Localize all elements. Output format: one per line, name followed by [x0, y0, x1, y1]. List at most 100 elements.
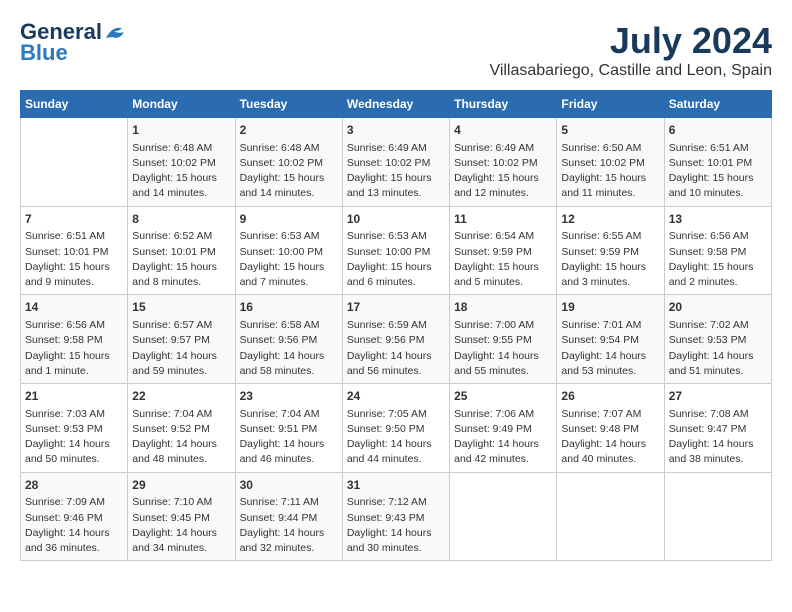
- day-number: 23: [240, 388, 338, 405]
- calendar-cell: 6 Sunrise: 6:51 AM Sunset: 10:01 PM Dayli…: [664, 118, 771, 207]
- day-info: Sunrise: 7:07 AM Sunset: 9:48 PM Dayligh…: [561, 407, 659, 468]
- weekday-header: Sunday: [21, 91, 128, 118]
- day-number: 9: [240, 211, 338, 228]
- calendar-cell: 31Sunrise: 7:12 AM Sunset: 9:43 PM Dayli…: [342, 472, 449, 561]
- calendar-week-row: 28Sunrise: 7:09 AM Sunset: 9:46 PM Dayli…: [21, 472, 772, 561]
- day-number: 27: [669, 388, 767, 405]
- location-title: Villasabariego, Castille and Leon, Spain: [489, 62, 772, 80]
- day-number: 26: [561, 388, 659, 405]
- calendar-cell: [21, 118, 128, 207]
- day-info: Sunrise: 6:50 AM Sunset: 10:02 PM Daylig…: [561, 141, 659, 202]
- calendar-cell: 7Sunrise: 6:51 AM Sunset: 10:01 PM Dayli…: [21, 206, 128, 295]
- calendar-cell: 23 Sunrise: 7:04 AM Sunset: 9:51 PM Dayli…: [235, 384, 342, 473]
- calendar-cell: 16Sunrise: 6:58 AM Sunset: 9:56 PM Dayli…: [235, 295, 342, 384]
- calendar-cell: 29Sunrise: 7:10 AM Sunset: 9:45 PM Dayli…: [128, 472, 235, 561]
- day-info: Sunrise: 7:09 AM Sunset: 9:46 PM Dayligh…: [25, 495, 123, 556]
- calendar-week-row: 14Sunrise: 6:56 AM Sunset: 9:58 PM Dayli…: [21, 295, 772, 384]
- calendar-cell: 9Sunrise: 6:53 AM Sunset: 10:00 PM Dayli…: [235, 206, 342, 295]
- calendar-cell: 30Sunrise: 7:11 AM Sunset: 9:44 PM Dayli…: [235, 472, 342, 561]
- day-info: Sunrise: 6:56 AM Sunset: 9:58 PM Dayligh…: [669, 229, 767, 290]
- calendar-week-row: 7Sunrise: 6:51 AM Sunset: 10:01 PM Dayli…: [21, 206, 772, 295]
- day-info: Sunrise: 7:12 AM Sunset: 9:43 PM Dayligh…: [347, 495, 445, 556]
- calendar-table: SundayMondayTuesdayWednesdayThursdayFrid…: [20, 90, 772, 561]
- calendar-cell: 2 Sunrise: 6:48 AM Sunset: 10:02 PM Dayli…: [235, 118, 342, 207]
- month-title: July 2024: [489, 20, 772, 62]
- calendar-cell: 3 Sunrise: 6:49 AM Sunset: 10:02 PM Dayli…: [342, 118, 449, 207]
- calendar-cell: 21 Sunrise: 7:03 AM Sunset: 9:53 PM Dayli…: [21, 384, 128, 473]
- calendar-cell: 19Sunrise: 7:01 AM Sunset: 9:54 PM Dayli…: [557, 295, 664, 384]
- calendar-cell: 24Sunrise: 7:05 AM Sunset: 9:50 PM Dayli…: [342, 384, 449, 473]
- weekday-header: Wednesday: [342, 91, 449, 118]
- calendar-cell: 15 Sunrise: 6:57 AM Sunset: 9:57 PM Dayli…: [128, 295, 235, 384]
- day-info: Sunrise: 7:03 AM Sunset: 9:53 PM Dayligh…: [25, 407, 123, 468]
- day-info: Sunrise: 6:56 AM Sunset: 9:58 PM Dayligh…: [25, 318, 123, 379]
- calendar-cell: 10Sunrise: 6:53 AM Sunset: 10:00 PM Dayl…: [342, 206, 449, 295]
- day-info: Sunrise: 7:05 AM Sunset: 9:50 PM Dayligh…: [347, 407, 445, 468]
- calendar-cell: 8Sunrise: 6:52 AM Sunset: 10:01 PM Dayli…: [128, 206, 235, 295]
- calendar-week-row: 21 Sunrise: 7:03 AM Sunset: 9:53 PM Dayli…: [21, 384, 772, 473]
- day-number: 15: [132, 299, 230, 316]
- day-info: Sunrise: 6:54 AM Sunset: 9:59 PM Dayligh…: [454, 229, 552, 290]
- day-number: 30: [240, 477, 338, 494]
- day-info: Sunrise: 6:55 AM Sunset: 9:59 PM Dayligh…: [561, 229, 659, 290]
- weekday-header-row: SundayMondayTuesdayWednesdayThursdayFrid…: [21, 91, 772, 118]
- day-info: Sunrise: 7:02 AM Sunset: 9:53 PM Dayligh…: [669, 318, 767, 379]
- day-number: 10: [347, 211, 445, 228]
- day-number: 12: [561, 211, 659, 228]
- title-section: July 2024 Villasabariego, Castille and L…: [489, 20, 772, 80]
- day-number: 2: [240, 122, 338, 139]
- page-header: General Blue July 2024 Villasabariego, C…: [20, 20, 772, 80]
- calendar-cell: 11Sunrise: 6:54 AM Sunset: 9:59 PM Dayli…: [450, 206, 557, 295]
- logo-bird-icon: [104, 24, 126, 42]
- day-info: Sunrise: 6:49 AM Sunset: 10:02 PM Daylig…: [347, 141, 445, 202]
- logo: General Blue: [20, 20, 126, 66]
- day-info: Sunrise: 7:06 AM Sunset: 9:49 PM Dayligh…: [454, 407, 552, 468]
- day-info: Sunrise: 6:49 AM Sunset: 10:02 PM Daylig…: [454, 141, 552, 202]
- day-number: 22: [132, 388, 230, 405]
- day-info: Sunrise: 7:08 AM Sunset: 9:47 PM Dayligh…: [669, 407, 767, 468]
- calendar-cell: [664, 472, 771, 561]
- day-number: 31: [347, 477, 445, 494]
- calendar-cell: 22 Sunrise: 7:04 AM Sunset: 9:52 PM Dayli…: [128, 384, 235, 473]
- day-info: Sunrise: 6:53 AM Sunset: 10:00 PM Daylig…: [240, 229, 338, 290]
- calendar-cell: 14Sunrise: 6:56 AM Sunset: 9:58 PM Dayli…: [21, 295, 128, 384]
- day-number: 29: [132, 477, 230, 494]
- day-info: Sunrise: 7:04 AM Sunset: 9:51 PM Dayligh…: [240, 407, 338, 468]
- day-number: 13: [669, 211, 767, 228]
- calendar-cell: 20 Sunrise: 7:02 AM Sunset: 9:53 PM Dayli…: [664, 295, 771, 384]
- calendar-cell: 5Sunrise: 6:50 AM Sunset: 10:02 PM Dayli…: [557, 118, 664, 207]
- day-number: 21: [25, 388, 123, 405]
- weekday-header: Friday: [557, 91, 664, 118]
- day-info: Sunrise: 7:04 AM Sunset: 9:52 PM Dayligh…: [132, 407, 230, 468]
- weekday-header: Thursday: [450, 91, 557, 118]
- calendar-cell: [557, 472, 664, 561]
- day-info: Sunrise: 6:57 AM Sunset: 9:57 PM Dayligh…: [132, 318, 230, 379]
- calendar-cell: 27 Sunrise: 7:08 AM Sunset: 9:47 PM Dayli…: [664, 384, 771, 473]
- day-number: 4: [454, 122, 552, 139]
- day-info: Sunrise: 6:48 AM Sunset: 10:02 PM Daylig…: [132, 141, 230, 202]
- calendar-cell: 26 Sunrise: 7:07 AM Sunset: 9:48 PM Dayli…: [557, 384, 664, 473]
- calendar-cell: 28Sunrise: 7:09 AM Sunset: 9:46 PM Dayli…: [21, 472, 128, 561]
- weekday-header: Tuesday: [235, 91, 342, 118]
- day-info: Sunrise: 6:51 AM Sunset: 10:01 PM Daylig…: [25, 229, 123, 290]
- calendar-cell: [450, 472, 557, 561]
- day-number: 6: [669, 122, 767, 139]
- day-number: 1: [132, 122, 230, 139]
- day-number: 18: [454, 299, 552, 316]
- calendar-cell: 4 Sunrise: 6:49 AM Sunset: 10:02 PM Dayli…: [450, 118, 557, 207]
- day-number: 11: [454, 211, 552, 228]
- calendar-cell: 18Sunrise: 7:00 AM Sunset: 9:55 PM Dayli…: [450, 295, 557, 384]
- day-info: Sunrise: 6:53 AM Sunset: 10:00 PM Daylig…: [347, 229, 445, 290]
- day-number: 8: [132, 211, 230, 228]
- calendar-cell: 13Sunrise: 6:56 AM Sunset: 9:58 PM Dayli…: [664, 206, 771, 295]
- day-info: Sunrise: 6:48 AM Sunset: 10:02 PM Daylig…: [240, 141, 338, 202]
- day-number: 25: [454, 388, 552, 405]
- day-number: 20: [669, 299, 767, 316]
- day-number: 3: [347, 122, 445, 139]
- day-info: Sunrise: 6:58 AM Sunset: 9:56 PM Dayligh…: [240, 318, 338, 379]
- calendar-cell: 12Sunrise: 6:55 AM Sunset: 9:59 PM Dayli…: [557, 206, 664, 295]
- day-info: Sunrise: 6:51 AM Sunset: 10:01 PM Daylig…: [669, 141, 767, 202]
- day-info: Sunrise: 6:52 AM Sunset: 10:01 PM Daylig…: [132, 229, 230, 290]
- day-info: Sunrise: 6:59 AM Sunset: 9:56 PM Dayligh…: [347, 318, 445, 379]
- weekday-header: Monday: [128, 91, 235, 118]
